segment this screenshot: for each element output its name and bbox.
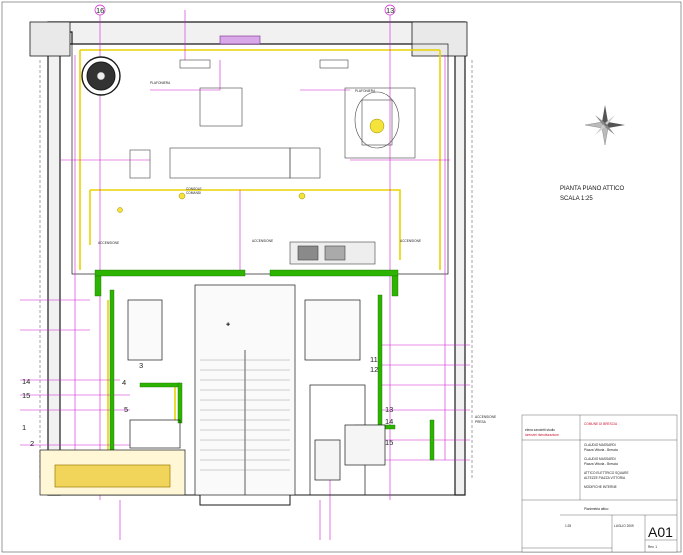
svg-text:13: 13 [386, 6, 394, 15]
tb-rev: 1:25 [565, 524, 571, 528]
console-sub: COMANDI [186, 191, 201, 195]
tb-date: LUGLIO 2009 [614, 524, 634, 528]
furniture [81, 35, 416, 265]
section-mark-right: 13 [384, 4, 396, 16]
plan-title: PIANTA PIANO ATTICO [560, 186, 624, 192]
firm-name: elena zanoletti studio [525, 428, 555, 432]
firm-sub: lorenzini ristrutturazione [525, 433, 559, 437]
callout-3: 3 [139, 361, 143, 370]
acc-center: ACCENSIONE [252, 239, 273, 243]
tb-field-3: CLAUDIO MASSARDI [584, 457, 616, 461]
light-fixtures [117, 118, 385, 213]
tb-field-1: CLAUDIO MASSARDI [584, 443, 616, 447]
client-name: COMUNE DI BRESCIA [584, 422, 618, 426]
core-mark: ✚ [226, 322, 230, 328]
floor-plan-drawing: ✚ 16 13 14 15 1 2 3 4 5 11 12 13 14 15 A… [1, 1, 682, 553]
tb-subject-2: ALTEZZE PIAZZA VITTORIA [584, 476, 626, 480]
tb-scale-note: Rev. 1 [648, 545, 657, 549]
acc-right: ACCENSIONE [400, 239, 421, 243]
north-arrow-icon [584, 105, 625, 146]
acc-bottom: ACCENSIONE [475, 415, 496, 419]
callout-13: 13 [385, 405, 393, 414]
callout-5: 5 [124, 405, 128, 414]
tb-subject-1: ATTICO ELETTRICO SQUARE [584, 471, 629, 475]
tb-subject-3: MODIFICHE INTERNE [584, 485, 617, 489]
callout-15b: 15 [385, 438, 393, 447]
callout-14: 14 [22, 377, 30, 386]
tb-field-2: Piazza Vittoria - Brescia [584, 448, 618, 452]
sheet-number: A01 [648, 524, 673, 540]
callout-12: 12 [370, 365, 378, 374]
callout-14b: 14 [385, 417, 393, 426]
callout-1: 1 [22, 423, 26, 432]
plafoniera-2: PLAFONIERA [150, 81, 171, 85]
callout-4: 4 [122, 378, 126, 387]
tb-stage: Planimetria attico [584, 507, 609, 511]
bathroom-right [309, 384, 386, 496]
tb-field-4: Piazza Vittoria - Brescia [584, 462, 618, 466]
section-mark-left: 16 [94, 4, 106, 16]
plafoniera-1: PLAFONIERA [355, 89, 376, 93]
callout-2: 2 [30, 439, 34, 448]
acc-left: ACCENSIONE [98, 241, 119, 245]
callout-11: 11 [370, 355, 378, 364]
presa: PRESA [475, 420, 487, 424]
plan-scale: SCALA 1:25 [560, 196, 593, 202]
callout-15: 15 [22, 391, 30, 400]
svg-text:16: 16 [96, 6, 104, 15]
